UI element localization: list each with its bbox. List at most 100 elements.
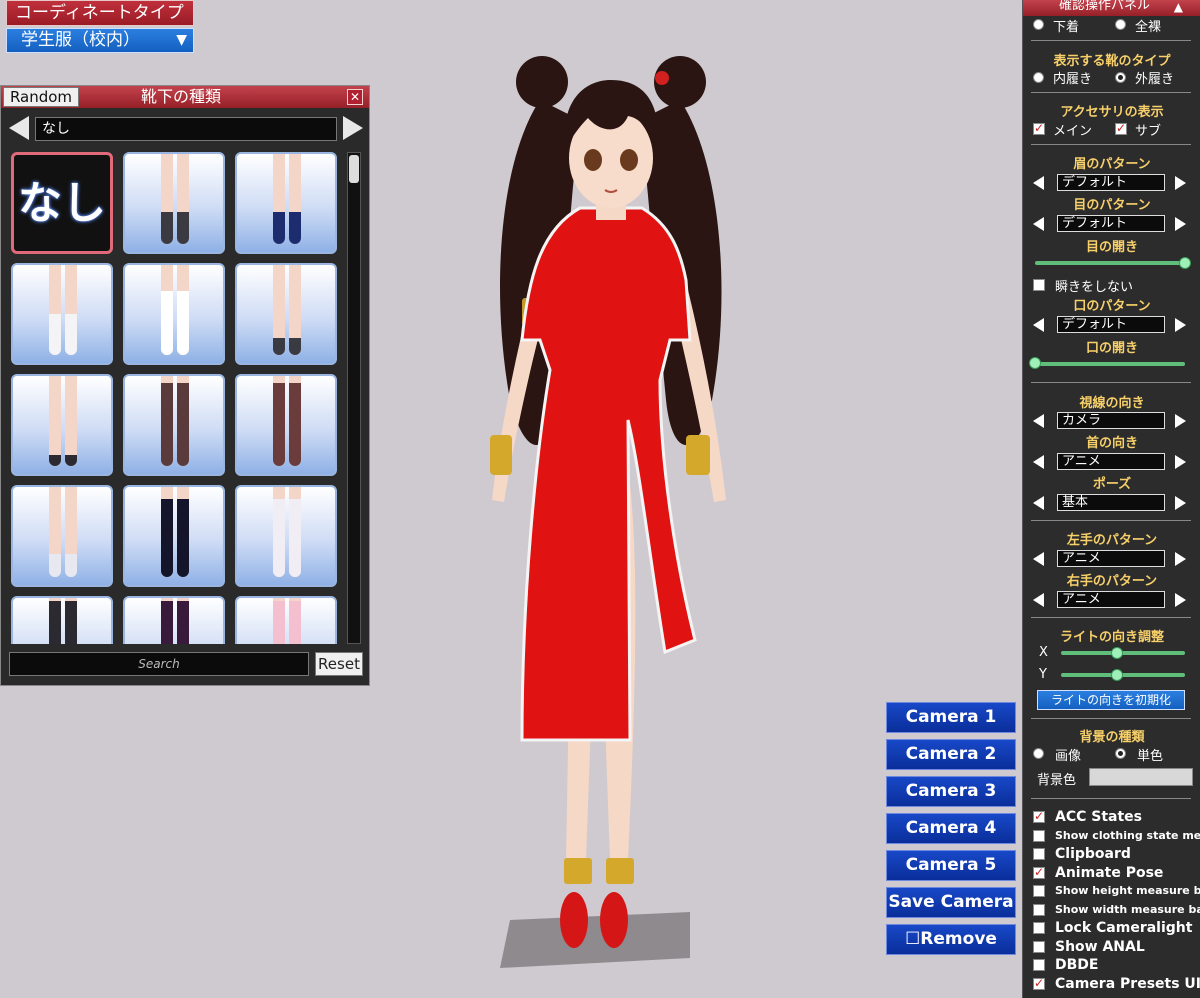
eye-open-knob[interactable] [1179,257,1191,269]
sock-item[interactable] [235,485,337,587]
option-checkbox[interactable] [1033,848,1045,860]
sock-preview [49,487,79,577]
sock-item[interactable] [11,485,113,587]
sock-item[interactable] [11,263,113,365]
bg-color-swatch[interactable] [1089,768,1193,786]
save-camera-button[interactable]: Save Camera [886,887,1016,918]
light-y-slider[interactable] [1061,673,1185,677]
camera-2-button[interactable]: Camera 2 [886,739,1016,770]
left-hand-prev-icon[interactable] [1033,552,1044,566]
sock-grid-scrollbar[interactable] [347,152,361,644]
sock-item[interactable] [123,374,225,476]
eye-right [620,149,638,171]
bracelet-left [490,435,512,475]
camera-1-button[interactable]: Camera 1 [886,702,1016,733]
option-row[interactable]: ACC States [1023,808,1200,826]
neck-prev-icon[interactable] [1033,455,1044,469]
option-checkbox[interactable] [1033,940,1045,953]
option-checkbox[interactable] [1033,809,1045,823]
eyebrow-next-icon[interactable] [1175,176,1186,190]
option-checkbox[interactable] [1033,959,1045,971]
radio-indoor-shoes[interactable] [1033,72,1044,83]
mouth-prev-icon[interactable] [1033,318,1044,332]
camera-5-button[interactable]: Camera 5 [886,850,1016,881]
option-row[interactable]: Camera Presets UI [1023,975,1200,993]
coordinate-type-dropdown[interactable]: 学生服（校内） ▼ [6,28,194,53]
radio-outdoor-shoes[interactable] [1115,72,1126,83]
sock-item[interactable] [11,596,113,644]
radio-underwear[interactable] [1033,19,1044,30]
option-checkbox[interactable] [1033,903,1045,916]
sock-item-none[interactable]: なし [11,152,113,254]
option-checkbox[interactable] [1033,922,1045,934]
option-row[interactable]: Clipboard [1023,845,1200,863]
radio-bg-solid[interactable] [1115,748,1126,759]
arrow-left-icon[interactable] [9,116,29,140]
character-model [490,56,726,968]
coordinate-type-title[interactable]: コーディネートタイプ [6,0,194,26]
light-heading: ライトの向き調整 [1059,630,1164,645]
option-row[interactable]: Show width measure bar [1023,901,1200,919]
light-x-slider[interactable] [1061,651,1185,655]
light-y-knob[interactable] [1110,669,1123,681]
reset-button[interactable]: Reset [315,652,363,676]
option-checkbox[interactable] [1033,829,1045,842]
right-hand-prev-icon[interactable] [1033,593,1044,607]
light-x-knob[interactable] [1110,647,1123,659]
right-hand-next-icon[interactable] [1175,593,1186,607]
option-row[interactable]: Show clothing state menu [1023,827,1200,845]
hair-bun-left [516,56,568,108]
search-input[interactable]: Search [9,652,309,676]
pose-next-icon[interactable] [1175,496,1186,510]
sock-preview [273,598,303,644]
option-checkbox[interactable] [1033,885,1045,897]
option-row[interactable]: Lock Cameralight [1023,919,1200,937]
mouth-open-slider[interactable] [1035,362,1185,366]
option-row[interactable]: Animate Pose [1023,864,1200,882]
gaze-prev-icon[interactable] [1033,414,1044,428]
option-row[interactable]: Show ANAL [1023,938,1200,956]
panel-header[interactable]: 確認操作パネル ▲ [1023,0,1200,16]
neck-next-icon[interactable] [1175,455,1186,469]
sock-item[interactable] [123,596,225,644]
sock-item[interactable] [123,485,225,587]
radio-nude[interactable] [1115,19,1126,30]
remove-camera-button[interactable]: ☐Remove [886,924,1016,955]
eye-open-slider[interactable] [1035,261,1185,265]
light-reset-button[interactable]: ライトの向きを初期化 [1037,690,1185,710]
option-checkbox[interactable] [1033,976,1045,990]
sock-item[interactable] [235,152,337,254]
mouth-open-knob[interactable] [1029,357,1041,369]
radio-bg-image[interactable] [1033,748,1044,759]
eye-prev-icon[interactable] [1033,217,1044,231]
mouth-next-icon[interactable] [1175,318,1186,332]
eyebrow-heading: 眉のパターン [1073,157,1151,172]
right-hand-heading: 右手のパターン [1066,574,1158,589]
sock-item[interactable] [235,596,337,644]
sock-item[interactable] [123,152,225,254]
checkbox-acc-sub[interactable] [1115,121,1127,135]
sock-item[interactable] [123,263,225,365]
sock-item[interactable] [235,374,337,476]
eyebrow-prev-icon[interactable] [1033,176,1044,190]
camera-4-button[interactable]: Camera 4 [886,813,1016,844]
shoe-right [600,892,628,948]
camera-3-button[interactable]: Camera 3 [886,776,1016,807]
close-icon[interactable]: ✕ [347,89,363,105]
eye-next-icon[interactable] [1175,217,1186,231]
divider [1031,382,1191,383]
triangle-up-icon[interactable]: ▲ [1174,1,1183,13]
random-button[interactable]: Random [3,87,79,107]
checkbox-no-blink[interactable] [1033,279,1045,291]
gaze-next-icon[interactable] [1175,414,1186,428]
pose-prev-icon[interactable] [1033,496,1044,510]
checkbox-acc-main[interactable] [1033,121,1045,135]
left-hand-next-icon[interactable] [1175,552,1186,566]
option-row[interactable]: Show height measure bar [1023,882,1200,900]
scroll-thumb[interactable] [349,155,359,183]
sock-item[interactable] [11,374,113,476]
arrow-right-icon[interactable] [343,116,363,140]
sock-item[interactable] [235,263,337,365]
option-checkbox[interactable] [1033,865,1045,879]
option-row[interactable]: DBDE [1023,956,1200,974]
